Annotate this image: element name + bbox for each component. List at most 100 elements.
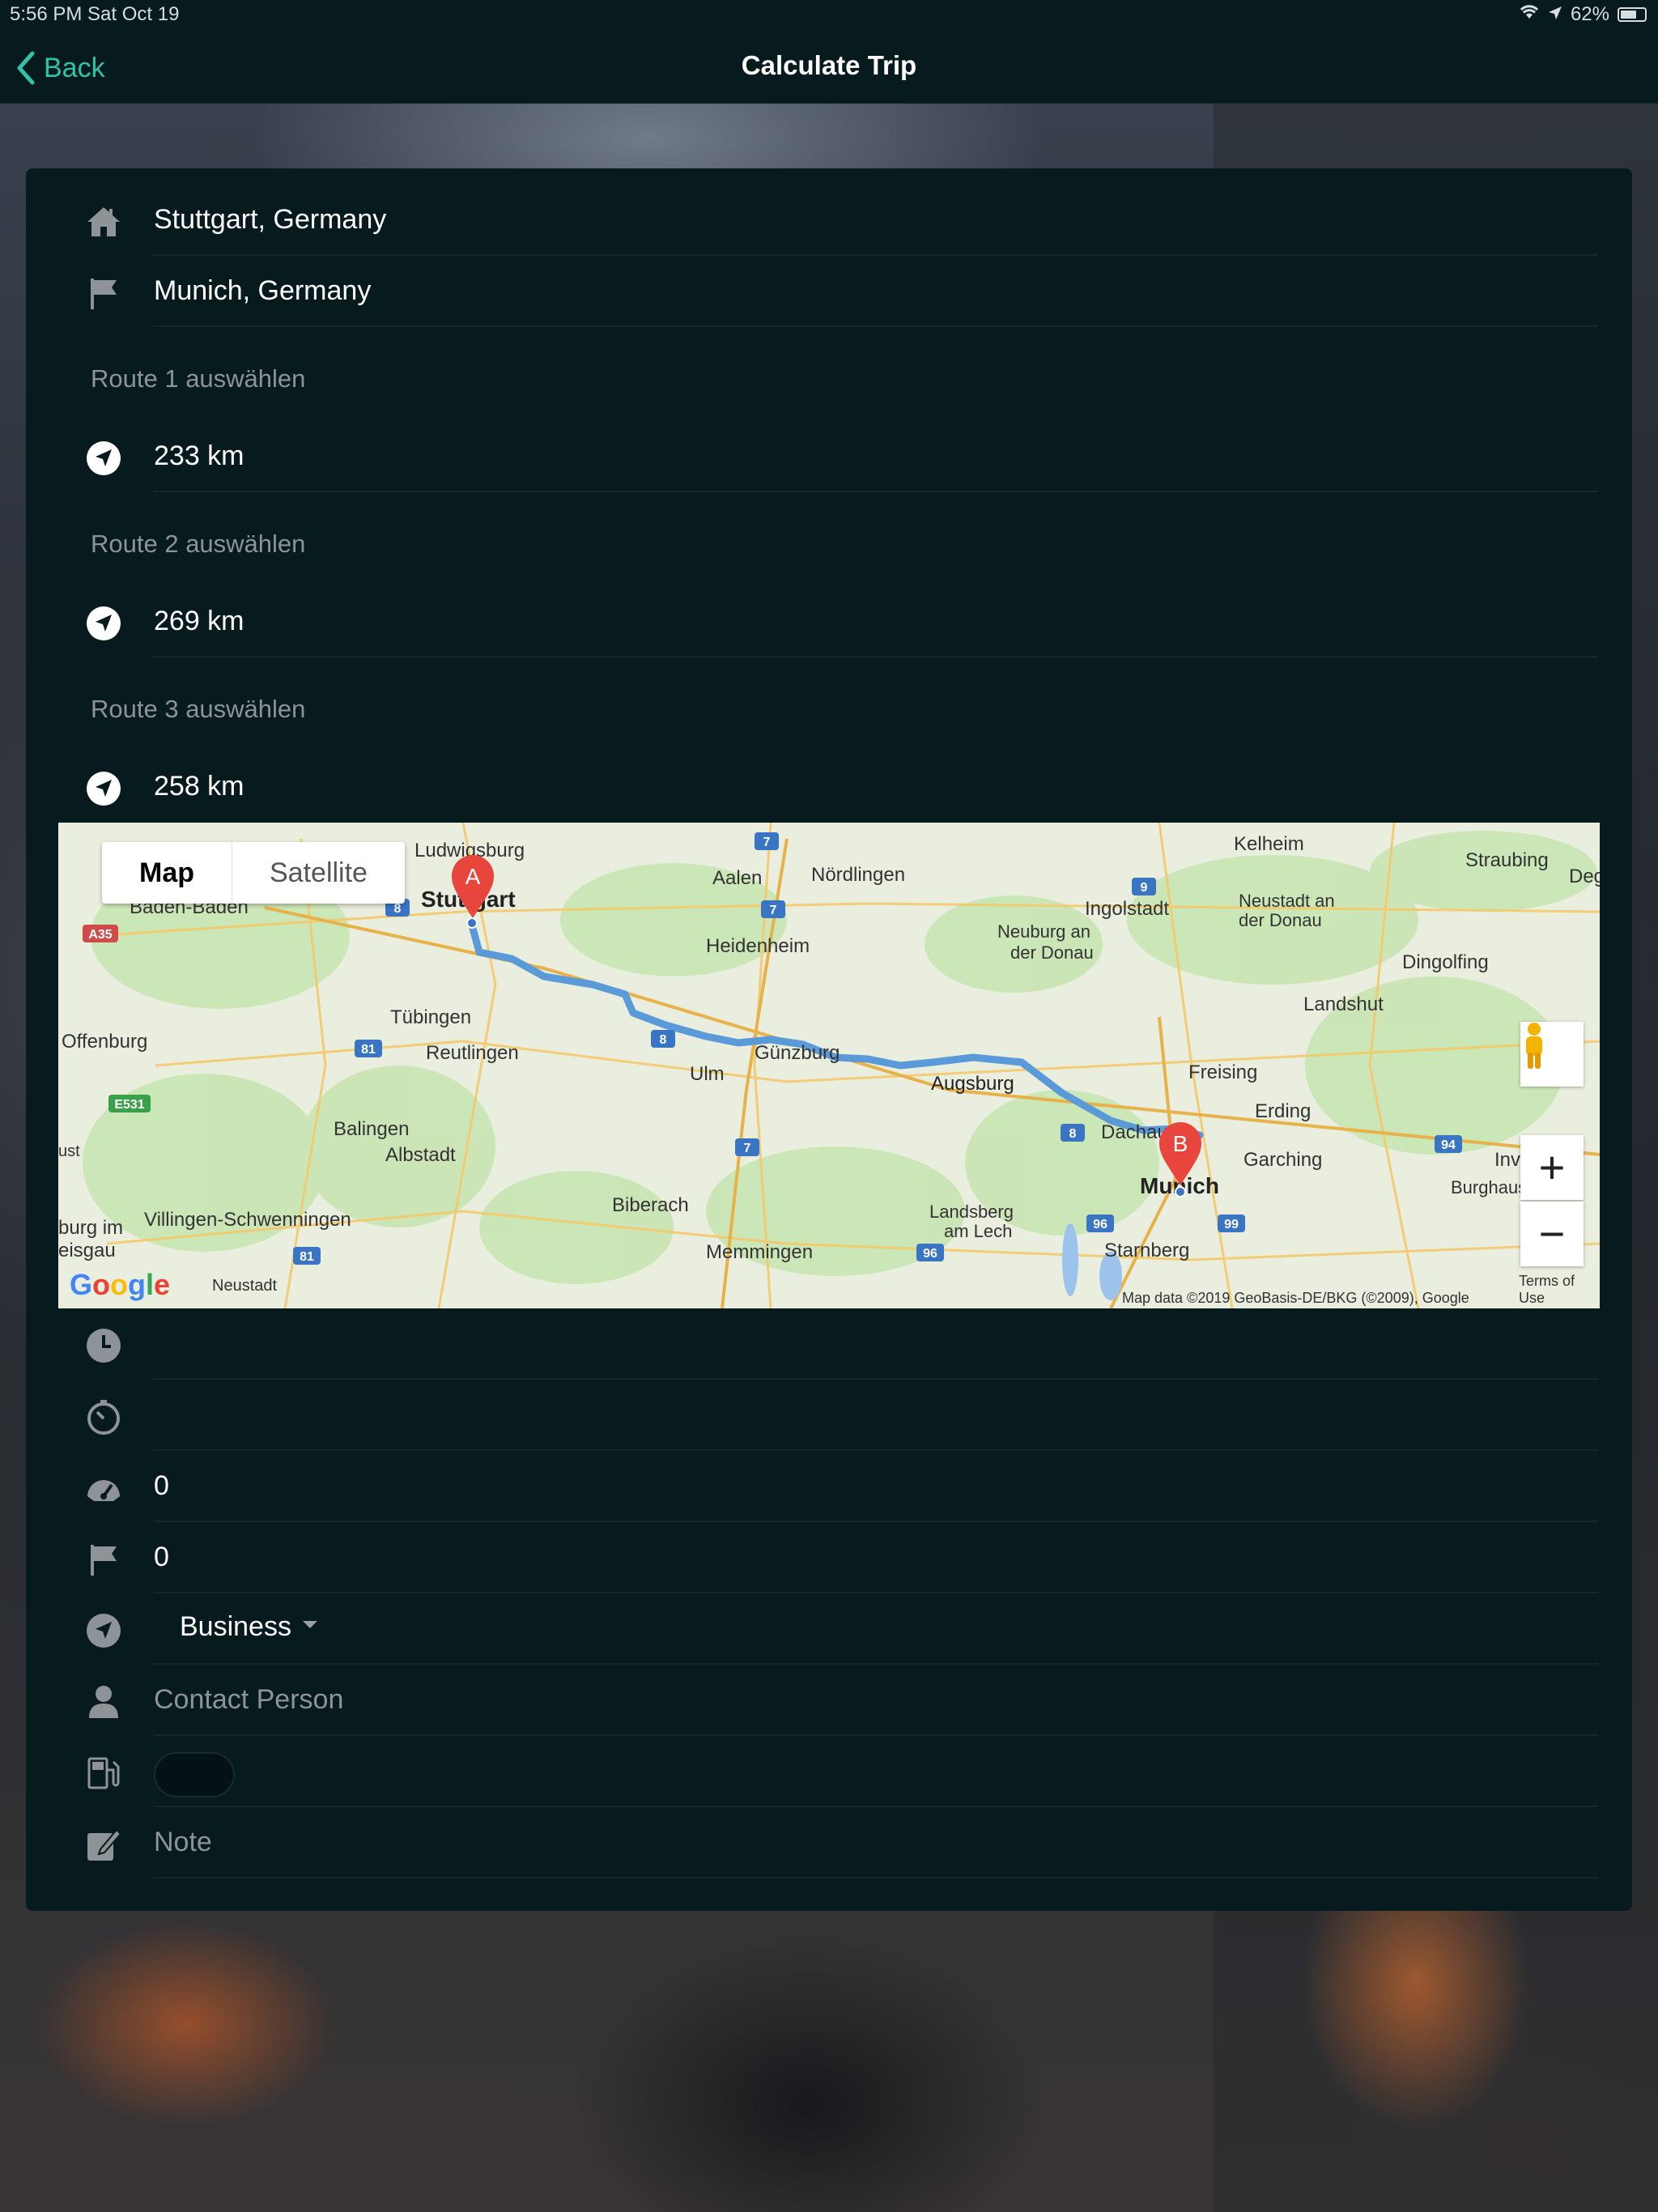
battery-percent: 62%	[1570, 3, 1609, 25]
svg-text:Biberach: Biberach	[612, 1194, 689, 1216]
odometer-start-row[interactable]: 0	[26, 1451, 1632, 1522]
svg-text:Erding: Erding	[1255, 1100, 1311, 1122]
start-location-value: Stuttgart, Germany	[154, 204, 387, 235]
divider	[154, 325, 1598, 327]
svg-text:Straubing: Straubing	[1465, 849, 1549, 871]
route-2-option[interactable]: 269 km	[26, 586, 1632, 657]
svg-text:Neustadt an: Neustadt an	[1239, 891, 1335, 911]
svg-text:8: 8	[660, 1033, 667, 1047]
map-attribution: Map data ©2019 GeoBasis-DE/BKG (©2009), …	[1122, 1290, 1469, 1306]
zoom-in-button[interactable]: +	[1520, 1135, 1584, 1200]
svg-text:Albstadt: Albstadt	[385, 1144, 456, 1166]
divider	[154, 1877, 1598, 1878]
odometer-end-row[interactable]: 0	[26, 1522, 1632, 1593]
time-row[interactable]	[26, 1308, 1632, 1380]
svg-text:Aalen: Aalen	[712, 867, 762, 889]
contact-person-input[interactable]: Contact Person	[154, 1684, 343, 1716]
route-1-option[interactable]: 233 km	[26, 421, 1632, 492]
fuel-pump-icon	[86, 1755, 121, 1791]
edit-note-icon	[86, 1827, 121, 1862]
route-3-distance: 258 km	[154, 771, 244, 802]
svg-text:Deggen: Deggen	[1569, 866, 1600, 887]
svg-text:Neustadt: Neustadt	[212, 1277, 277, 1295]
svg-text:Heidenheim: Heidenheim	[706, 935, 810, 957]
map-type-switcher: Map Satellite	[102, 842, 405, 904]
trip-type-value: Business	[180, 1611, 291, 1642]
svg-text:der Donau: der Donau	[1239, 910, 1322, 930]
divider	[154, 656, 1598, 657]
svg-text:ust: ust	[58, 1142, 80, 1160]
marker-a-label: A	[466, 864, 481, 889]
odometer-start-value: 0	[154, 1470, 169, 1501]
svg-text:9: 9	[1141, 881, 1148, 895]
navigation-arrow-icon	[86, 440, 121, 476]
svg-text:A35: A35	[88, 928, 112, 942]
svg-text:Günzburg: Günzburg	[755, 1042, 840, 1064]
svg-text:81: 81	[361, 1043, 376, 1057]
home-icon	[86, 204, 121, 240]
route-3-option[interactable]: 258 km	[26, 751, 1632, 823]
trip-type-row: Business	[26, 1593, 1632, 1665]
terms-of-use-link[interactable]: Terms of Use	[1519, 1273, 1600, 1307]
destination-value: Munich, Germany	[154, 275, 372, 306]
street-view-pegman-button[interactable]	[1520, 1022, 1584, 1087]
svg-text:burg im: burg im	[58, 1217, 123, 1239]
svg-text:Nördlingen: Nördlingen	[811, 864, 905, 886]
start-location-row[interactable]: Stuttgart, Germany	[26, 185, 1632, 256]
navigation-arrow-icon	[86, 606, 121, 641]
speedometer-icon	[86, 1470, 121, 1506]
route-2-distance: 269 km	[154, 606, 244, 636]
svg-text:Reutlingen: Reutlingen	[426, 1042, 519, 1064]
svg-text:Starnberg: Starnberg	[1104, 1240, 1189, 1261]
divider	[154, 491, 1598, 492]
svg-text:Inv: Inv	[1494, 1149, 1520, 1171]
route-1-distance: 233 km	[154, 440, 244, 471]
contact-person-row[interactable]: Contact Person	[26, 1665, 1632, 1736]
route-3-label: Route 3 auswählen	[91, 695, 306, 723]
svg-text:8: 8	[394, 902, 402, 916]
svg-text:Memmingen: Memmingen	[706, 1241, 813, 1263]
svg-text:99: 99	[1224, 1218, 1239, 1231]
svg-text:7: 7	[763, 836, 771, 849]
trip-form-panel: Stuttgart, Germany Munich, Germany Route…	[26, 168, 1632, 1911]
note-row[interactable]: Note	[26, 1807, 1632, 1878]
svg-text:Balingen: Balingen	[334, 1118, 409, 1140]
svg-text:Garching: Garching	[1244, 1149, 1322, 1171]
svg-text:Landsberg: Landsberg	[929, 1202, 1014, 1222]
svg-text:Freising: Freising	[1188, 1061, 1257, 1083]
svg-text:94: 94	[1441, 1138, 1456, 1152]
svg-text:96: 96	[1093, 1218, 1107, 1231]
svg-text:Neuburg an: Neuburg an	[997, 921, 1090, 942]
status-bar: 5:56 PM Sat Oct 19 62%	[0, 0, 1658, 32]
pegman-icon	[1526, 1023, 1542, 1069]
svg-text:Augsburg: Augsburg	[931, 1073, 1014, 1095]
route-1-label: Route 1 auswählen	[91, 364, 306, 393]
destination-row[interactable]: Munich, Germany	[26, 256, 1632, 327]
svg-text:96: 96	[923, 1247, 937, 1261]
svg-text:Burghaus: Burghaus	[1451, 1177, 1527, 1197]
duration-row[interactable]	[26, 1380, 1632, 1451]
svg-text:E531: E531	[114, 1098, 144, 1112]
navigation-arrow-icon	[86, 771, 121, 806]
svg-text:8: 8	[1069, 1127, 1077, 1141]
tab-map[interactable]: Map	[102, 842, 232, 904]
marker-b-label: B	[1173, 1131, 1188, 1156]
trip-type-dropdown[interactable]: Business	[180, 1611, 317, 1643]
google-logo: Google	[70, 1268, 171, 1301]
fuel-toggle[interactable]	[154, 1752, 235, 1797]
svg-text:Ulm: Ulm	[690, 1063, 725, 1085]
caret-down-icon	[302, 1621, 317, 1628]
svg-text:Dingolfing: Dingolfing	[1402, 951, 1489, 973]
zoom-out-button[interactable]: −	[1520, 1202, 1584, 1266]
tab-satellite[interactable]: Satellite	[232, 842, 405, 904]
svg-text:Landshut: Landshut	[1303, 993, 1384, 1015]
svg-text:7: 7	[744, 1142, 751, 1155]
svg-text:Offenburg: Offenburg	[62, 1031, 147, 1053]
note-input[interactable]: Note	[154, 1827, 212, 1858]
marker-a[interactable]: A	[452, 855, 494, 929]
svg-text:81: 81	[300, 1250, 314, 1264]
status-time: 5:56 PM Sat Oct 19	[10, 3, 180, 25]
route-map[interactable]: Ludwigsburg Stuttgart Baden-Baden Aalen …	[58, 823, 1600, 1308]
status-indicators: 62%	[1519, 3, 1647, 26]
svg-text:Villingen-Schwenningen: Villingen-Schwenningen	[144, 1209, 351, 1231]
